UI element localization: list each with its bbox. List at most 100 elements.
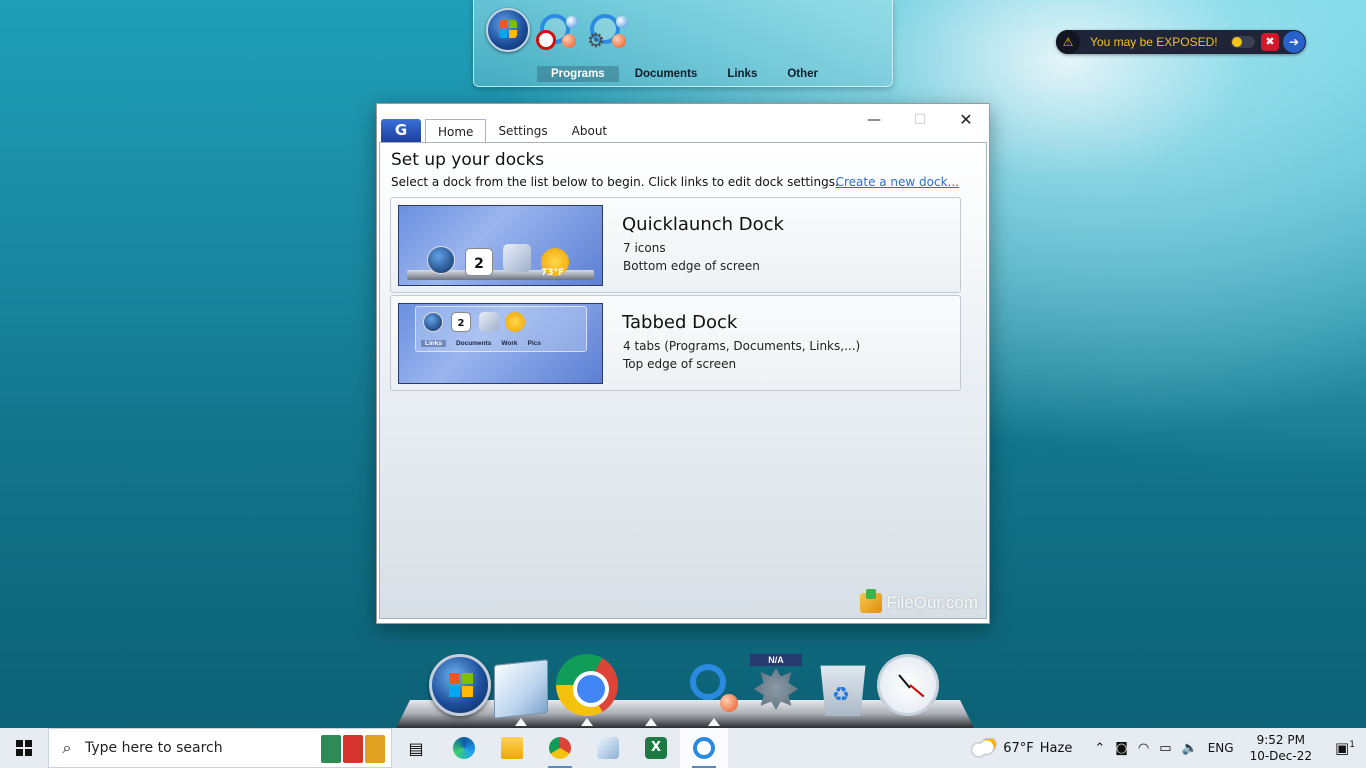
thumb-calendar-icon: 2 [451, 312, 471, 332]
home-panel: Set up your docks Select a dock from the… [379, 142, 987, 619]
windows-logo-icon [16, 740, 32, 756]
tab-home[interactable]: Home [425, 119, 487, 143]
chrome-icon[interactable] [556, 654, 618, 716]
minimize-button[interactable]: — [851, 110, 897, 130]
close-button[interactable]: ✕ [943, 110, 989, 130]
taskbar-clock[interactable]: 9:52 PM 10-Dec-22 [1250, 732, 1312, 764]
ball-shape [720, 694, 738, 712]
thumb-weather-icon [505, 312, 525, 332]
vpn-toggle[interactable] [1231, 36, 1255, 48]
dock-card-quicklaunch[interactable]: 2 73°F Quicklaunch Dock 7 icons Bottom e… [390, 197, 961, 293]
ball-shape [616, 16, 628, 28]
dock-position: Top edge of screen [623, 357, 737, 371]
battery-icon[interactable]: ▭ [1159, 741, 1171, 756]
page-title: Set up your docks [391, 150, 545, 170]
wifi-icon[interactable]: ◠ [1138, 741, 1149, 756]
excel-icon: X [645, 737, 667, 759]
task-view-button[interactable]: ▤ [392, 728, 440, 768]
quicklaunch-thumbnail: 2 73°F [398, 205, 603, 286]
top-dock-tab-other[interactable]: Other [773, 66, 832, 82]
volume-icon[interactable]: 🔈 [1182, 741, 1198, 756]
ring-shape [690, 664, 726, 700]
notepad-taskbar-button[interactable] [584, 728, 632, 768]
gift-shape [343, 735, 363, 763]
top-dock-tab-programs[interactable]: Programs [537, 66, 619, 82]
thumb-tab: Work [501, 340, 518, 347]
file-explorer-button[interactable] [488, 728, 536, 768]
haze-cloud-icon [971, 739, 998, 757]
rocketdock-icon [693, 737, 715, 759]
start-button[interactable] [0, 728, 48, 768]
thumb-windows-orb-icon [423, 312, 443, 332]
signal-shield-icon: ⚠ [1056, 30, 1080, 54]
red-shield-icon[interactable]: ✖ [1261, 33, 1279, 51]
watermark-logo-icon [860, 589, 883, 613]
thumb-tab: Documents [455, 340, 492, 347]
dock-card-tabbed[interactable]: 2 Links Documents Work Pics Tabbed Dock … [390, 295, 961, 391]
weather-na-icon[interactable]: N/A [748, 654, 804, 716]
thumb-documents-icon [503, 244, 531, 272]
thumb-tab: Pics [527, 340, 541, 347]
chevron-up-icon[interactable]: ⌃ [1094, 741, 1105, 756]
running-indicator [581, 718, 593, 726]
weather-widget[interactable]: 67°F Haze [971, 739, 1072, 757]
bottom-quicklaunch-dock: N/A ♻ [396, 650, 974, 728]
tab-about[interactable]: About [560, 119, 619, 143]
weather-temperature: 67°F [1003, 740, 1034, 756]
recycle-bin-icon[interactable]: ♻ [820, 665, 866, 716]
dock-title: Tabbed Dock [622, 312, 738, 333]
notepad-icon [597, 737, 619, 759]
thumb-tab: Links [421, 340, 446, 347]
ball-shape [566, 16, 578, 28]
search-icon: ⌕ [62, 738, 72, 757]
top-dock-icons: ⚙ [486, 8, 630, 52]
thumb-tab-bar: Links Documents Work Pics [421, 340, 541, 347]
tabbed-thumbnail: 2 Links Documents Work Pics [398, 303, 603, 384]
recycle-symbol-icon: ♻ [832, 682, 850, 706]
create-new-dock-link[interactable]: Create a new dock... [836, 175, 959, 189]
dock-settings-icon[interactable]: ⚙ [586, 8, 630, 52]
excel-button[interactable]: X [632, 728, 680, 768]
gift-shape [365, 735, 385, 763]
rocketdock-icon[interactable] [686, 654, 738, 716]
tab-settings[interactable]: Settings [486, 119, 559, 143]
top-dock-tabs: Programs Documents Links Other [537, 66, 834, 82]
edge-icon [453, 737, 475, 759]
notepad-icon[interactable] [494, 659, 548, 719]
notification-center-icon[interactable]: ▣1 [1330, 739, 1360, 757]
meet-now-icon[interactable]: ◙ [1115, 741, 1128, 756]
clock-hour-hand [898, 674, 911, 689]
top-dock-tab-links[interactable]: Links [713, 66, 771, 82]
gift-icon[interactable] [321, 735, 385, 763]
thumb-calendar-icon: 2 [465, 248, 493, 276]
gear-icon: ⚙ [587, 28, 605, 52]
language-indicator[interactable]: ENG [1208, 741, 1234, 755]
dock-title: Quicklaunch Dock [622, 214, 784, 235]
windows-start-orb-icon[interactable] [429, 654, 491, 716]
taskbar: ⌕ Type here to search ▤ X 67°F Haze ⌃ ◙ … [0, 728, 1366, 768]
exposed-warning-text: You may be EXPOSED! [1090, 35, 1218, 49]
notification-count: 1 [1349, 740, 1355, 750]
rocketdock-taskbar-button[interactable] [680, 728, 728, 768]
clock-icon[interactable] [877, 654, 939, 716]
arrow-right-icon[interactable]: ➔ [1283, 31, 1305, 53]
burst-shape [754, 668, 798, 710]
running-indicator [645, 718, 657, 726]
clock-time: 9:52 PM [1256, 733, 1305, 747]
window-tabs: Home Settings About [425, 119, 619, 143]
edge-button[interactable] [440, 728, 488, 768]
maximize-button[interactable]: ☐ [897, 110, 943, 130]
chrome-taskbar-button[interactable] [536, 728, 584, 768]
top-dock-tab-documents[interactable]: Documents [621, 66, 712, 82]
clock-date: 10-Dec-22 [1249, 749, 1312, 763]
windows-start-orb-icon[interactable] [486, 8, 530, 52]
dock-tab-list: 4 tabs (Programs, Documents, Links,...) [623, 339, 861, 353]
app-logo-icon[interactable]: G [381, 119, 421, 142]
clock-minute-hand [909, 684, 925, 698]
search-box[interactable]: ⌕ Type here to search [48, 728, 392, 768]
watermark-text: FileOur.com [886, 593, 978, 612]
dock-settings-window: G Home Settings About — ☐ ✕ Set up your … [376, 103, 990, 624]
thumb-documents-icon [479, 312, 499, 332]
dock-disable-icon[interactable] [536, 8, 580, 52]
vpn-exposed-widget[interactable]: ⚠ You may be EXPOSED! ✖ ➔ [1056, 30, 1306, 54]
